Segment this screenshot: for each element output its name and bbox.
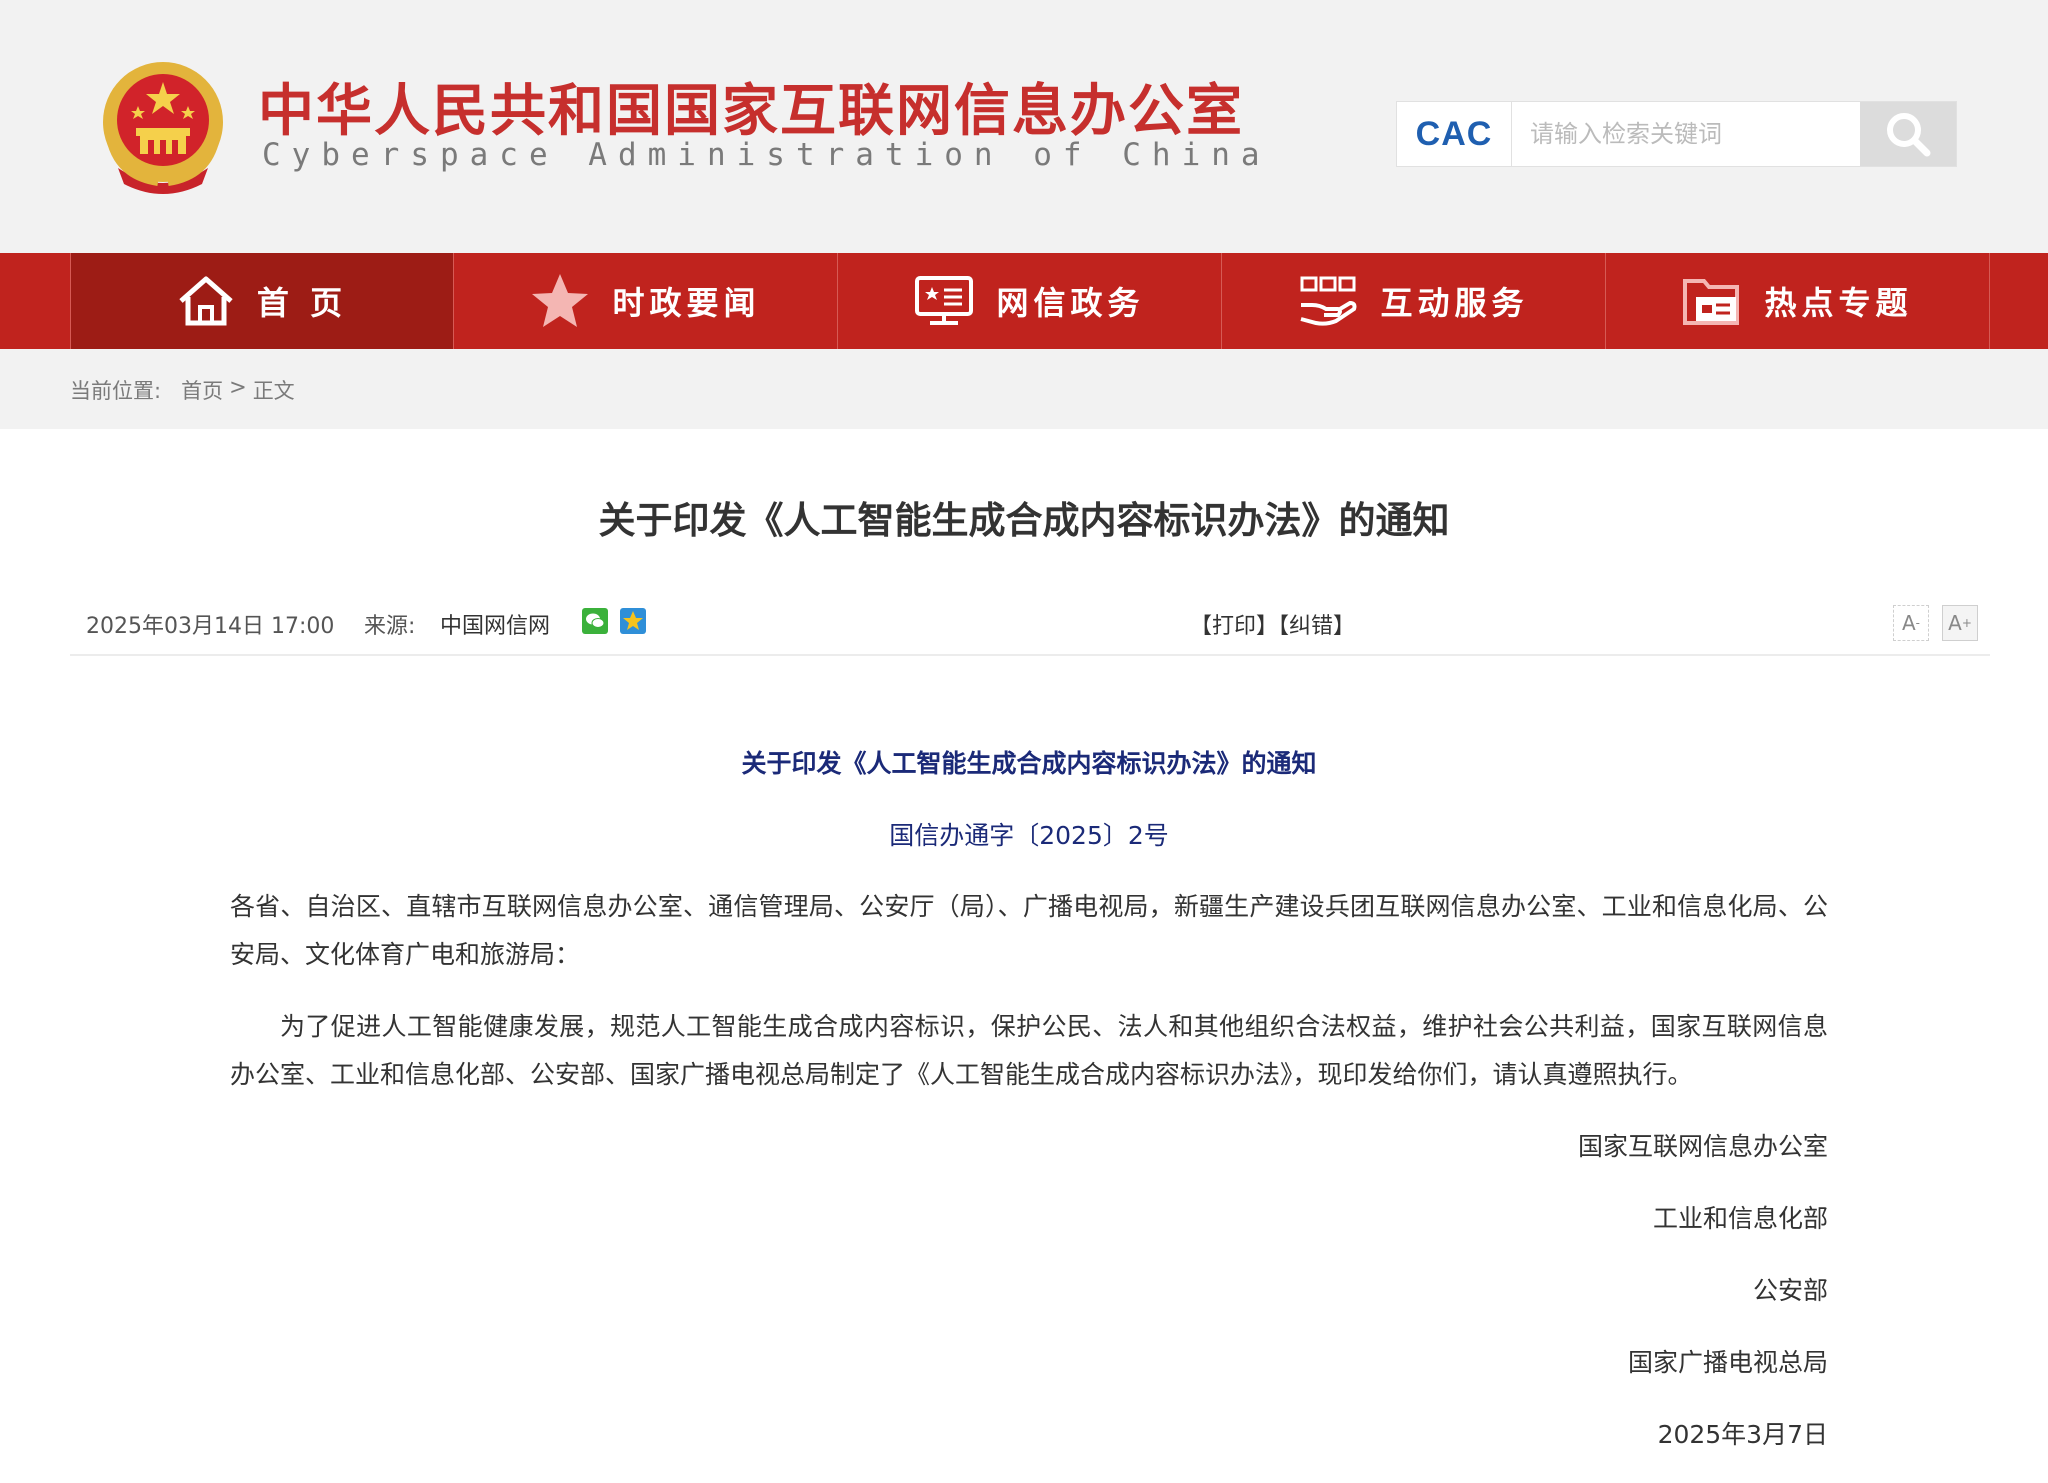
font-decrease-label: A (1901, 611, 1916, 635)
breadcrumb: 当前位置: 首页 > 正文 (0, 349, 2048, 429)
monitor-icon (914, 275, 974, 327)
qzone-share-icon[interactable] (620, 608, 646, 634)
font-increase-button[interactable]: A + (1942, 605, 1978, 641)
search-bar: CAC (1396, 101, 1957, 167)
search-button[interactable] (1860, 102, 1956, 166)
breadcrumb-home-link[interactable]: 首页 (181, 375, 223, 405)
document-number: 国信办通字〔2025〕2号 (889, 821, 1169, 850)
search-input[interactable] (1512, 102, 1860, 166)
article-meta: 2025年03月14日 17:00 来源: 中国网信网 【打印】【纠错】 A- … (70, 600, 1990, 656)
breadcrumb-current: 正文 (252, 379, 295, 403)
home-icon (177, 275, 235, 327)
cac-logo-text: CAC (1415, 114, 1493, 153)
national-emblem-icon[interactable] (98, 58, 228, 196)
document-title: 关于印发《人工智能生成合成内容标识办法》的通知 (741, 749, 1317, 778)
body-paragraph: 为了促进人工智能健康发展，规范人工智能生成合成内容标识，保护公民、法人和其他组织… (230, 1012, 1828, 1089)
publish-date: 2025年03月14日 17:00 (86, 614, 335, 639)
hand-service-icon (1298, 275, 1358, 327)
nav-item-affairs[interactable]: 网信政务 (838, 253, 1222, 349)
nav-item-home[interactable]: 首 页 (70, 253, 454, 349)
breadcrumb-label: 当前位置: (70, 379, 162, 403)
nav-item-label: 互动服务 (1380, 284, 1529, 322)
correct-link[interactable]: 【纠错】 (1278, 614, 1355, 639)
article-tools: 【打印】【纠错】 (1190, 608, 1355, 640)
site-name-en: Cyberspace Administration of China (262, 137, 1271, 173)
page-title: 关于印发《人工智能生成合成内容标识办法》的通知 (598, 499, 1450, 542)
search-icon (1887, 113, 1931, 157)
cac-logo: CAC (1397, 102, 1512, 166)
nav-item-news[interactable]: 时政要闻 (454, 253, 838, 349)
folder-icon (1682, 275, 1742, 327)
signature-mps: 公安部 (1752, 1276, 1828, 1305)
wechat-share-icon[interactable] (582, 608, 608, 634)
print-link[interactable]: 【打印】 (1190, 614, 1278, 639)
nav-item-service[interactable]: 互动服务 (1222, 253, 1606, 349)
nav-item-label: 时政要闻 (612, 284, 761, 322)
article-body: 关于印发《人工智能生成合成内容标识办法》的通知 国信办通字〔2025〕2号 各省… (230, 740, 1828, 1483)
breadcrumb-separator: > (229, 375, 247, 399)
source-label: 来源: (364, 614, 416, 639)
site-name-cn[interactable]: 中华人民共和国国家互联网信息办公室 (258, 66, 1244, 147)
signature-nrta: 国家广播电视总局 (1627, 1348, 1828, 1377)
sign-date: 2025年3月7日 (1657, 1420, 1828, 1449)
font-decrease-button[interactable]: A- (1893, 605, 1929, 641)
recipients-paragraph: 各省、自治区、直辖市互联网信息办公室、通信管理局、公安厅（局）、广播电视局，新疆… (230, 892, 1828, 969)
star-icon (530, 272, 590, 330)
nav-item-label: 网信政务 (996, 284, 1145, 322)
nav-item-topics[interactable]: 热点专题 (1606, 253, 1990, 349)
font-increase-label: A (1948, 611, 1962, 635)
source-name: 中国网信网 (440, 614, 551, 639)
signature-cac: 国家互联网信息办公室 (1577, 1132, 1828, 1161)
main-nav: 首 页 时政要闻 网信政务 互动服务 热点专题 (0, 253, 2048, 349)
site-header: 中华人民共和国国家互联网信息办公室 Cyberspace Administrat… (0, 0, 2048, 253)
nav-item-label: 首 页 (256, 284, 348, 322)
nav-item-label: 热点专题 (1764, 284, 1913, 322)
signature-miit: 工业和信息化部 (1652, 1204, 1828, 1233)
